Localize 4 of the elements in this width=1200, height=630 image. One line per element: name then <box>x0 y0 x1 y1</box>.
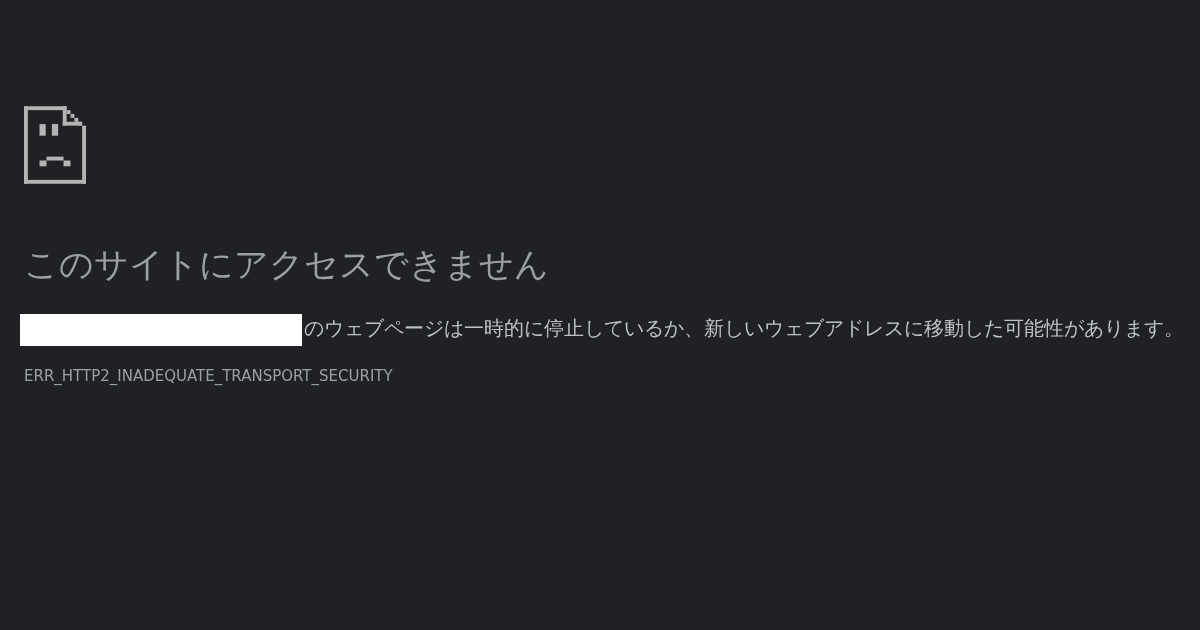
sad-page-icon <box>24 106 86 184</box>
error-code: ERR_HTTP2_INADEQUATE_TRANSPORT_SECURITY <box>24 366 394 386</box>
error-message: のウェブページは一時的に停止しているか、新しいウェブアドレスに移動した可能性があります。 <box>304 316 1184 340</box>
error-title: このサイトにアクセスできません <box>24 244 550 284</box>
